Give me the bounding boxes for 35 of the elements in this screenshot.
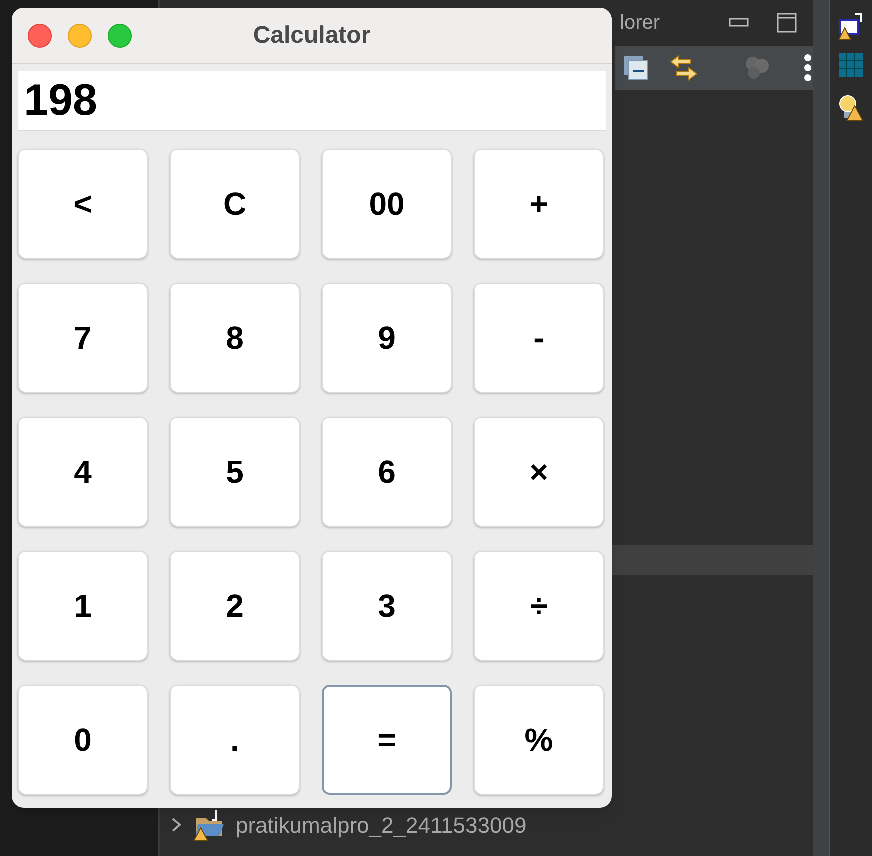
calculator-key[interactable]: + [474, 149, 604, 259]
display-field: 198 [18, 71, 606, 131]
close-button[interactable] [28, 24, 52, 48]
calculator-key[interactable]: 00 [322, 149, 452, 259]
calculator-key[interactable]: < [18, 149, 148, 259]
calculator-key[interactable]: 9 [322, 283, 452, 393]
window-title: Calculator [253, 20, 371, 50]
calculator-key[interactable]: 8 [170, 283, 300, 393]
calculator-key[interactable]: 4 [18, 417, 148, 527]
window-warning-icon[interactable] [837, 12, 865, 42]
calculator-key[interactable]: 5 [170, 417, 300, 527]
calculator-key[interactable]: 0 [18, 685, 148, 795]
calculator-key[interactable]: 1 [18, 551, 148, 661]
calculator-key[interactable]: × [474, 417, 604, 527]
project-tree-item[interactable]: pratikumalpro_2_2411533009 [236, 808, 527, 842]
calculator-key[interactable]: 2 [170, 551, 300, 661]
more-options-icon[interactable] [803, 54, 813, 82]
collapse-all-icon[interactable] [623, 55, 649, 81]
zoom-button[interactable] [108, 24, 132, 48]
calculator-key[interactable]: . [170, 685, 300, 795]
panel-tab-title[interactable]: lorer [620, 8, 660, 38]
swap-arrows-icon[interactable] [669, 54, 699, 82]
calculator-key[interactable]: C [170, 149, 300, 259]
chevron-icon[interactable] [170, 817, 182, 833]
lightbulb-warning-icon[interactable] [838, 94, 864, 124]
calculator-key[interactable]: % [474, 685, 604, 795]
calculator-key[interactable]: = [322, 685, 452, 795]
calculator-key[interactable]: 6 [322, 417, 452, 527]
minimize-icon[interactable] [729, 18, 749, 28]
calculator-key[interactable]: - [474, 283, 604, 393]
project-warning-icon [192, 808, 226, 842]
maximize-icon[interactable] [777, 13, 797, 33]
calculator-key[interactable]: 7 [18, 283, 148, 393]
calculator-key[interactable]: 3 [322, 551, 452, 661]
calculator-key[interactable]: ÷ [474, 551, 604, 661]
